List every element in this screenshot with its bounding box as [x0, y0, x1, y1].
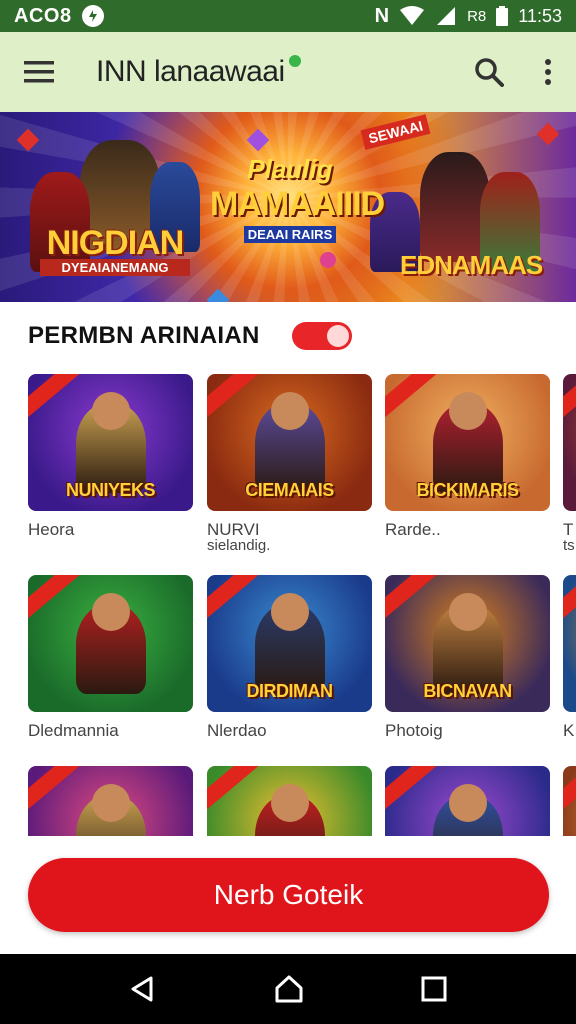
game-card[interactable]: NUNIYEKS Heora [28, 374, 193, 539]
signal-icon [437, 7, 456, 25]
banner-center-line2: MAMAAIIID [210, 185, 385, 223]
n-notification-icon [81, 5, 104, 27]
banner-right-logo: EDNAMAAS [400, 250, 543, 280]
character-head [270, 392, 309, 430]
game-logo-text: BICKIMARIS [416, 480, 520, 500]
network-label: R8 [467, 7, 487, 25]
game-card[interactable]: K [563, 575, 576, 740]
status-indicators: N R8 11:53 [375, 5, 562, 28]
hot-ribbon [563, 575, 576, 623]
character-head [270, 593, 309, 631]
hot-ribbon [385, 766, 441, 814]
game-title: Photoig [385, 721, 443, 740]
character-head [91, 392, 130, 430]
game-thumbnail[interactable] [385, 766, 550, 836]
game-subtitle: ts [563, 537, 575, 554]
game-card[interactable] [385, 766, 550, 836]
banner-center-title: Plaulig MAMAAIIID DEAAI RAIRS [210, 154, 385, 244]
game-title: K [563, 721, 575, 740]
game-logo-text: CIEMAIAIS [245, 480, 334, 500]
section-toggle[interactable] [291, 322, 352, 350]
character-head [91, 784, 130, 822]
banner-center-line1: Plaulig [247, 154, 333, 184]
banner-center-sub: DEAAI RAIRS [243, 226, 337, 243]
recents-square-icon[interactable] [421, 976, 447, 1002]
game-logo-text: BICNAVAN [423, 681, 512, 701]
hot-ribbon [28, 766, 84, 814]
character-head [270, 784, 309, 822]
game-title: Dledmannia [28, 721, 119, 740]
search-icon[interactable] [474, 57, 504, 87]
hot-ribbon [385, 575, 441, 623]
more-vertical-icon[interactable] [544, 58, 552, 86]
nfc-icon: N [374, 4, 390, 27]
game-logo-text: NUNIYEKS [65, 480, 156, 500]
section-title: PERMBN ARINAIAN [28, 322, 260, 349]
app-title: INN lanaawaai [96, 55, 285, 88]
game-thumbnail[interactable] [563, 374, 576, 511]
game-title: Nlerdao [207, 721, 267, 740]
game-thumbnail[interactable] [28, 766, 193, 836]
clock: 11:53 [518, 5, 562, 26]
game-thumbnail[interactable] [563, 766, 576, 836]
character-head [448, 784, 487, 822]
system-nav-bar [0, 954, 576, 1024]
banner-left-logo-text: NIGDIAN [46, 224, 185, 262]
game-card[interactable]: BICKIMARIS Rarde.. [385, 374, 550, 539]
game-grid: NUNIYEKS Heora CIEMAIAIS NURVI sielandig. BIC… [0, 370, 576, 836]
game-card[interactable] [563, 766, 576, 836]
hot-ribbon [28, 374, 84, 422]
home-icon[interactable] [274, 974, 304, 1004]
hot-ribbon [563, 766, 576, 814]
game-card[interactable]: DIRDIMAN Nlerdao [207, 575, 372, 740]
game-card[interactable] [28, 766, 193, 836]
primary-cta-button[interactable]: Nerb Goteik [28, 858, 549, 932]
game-title: Rarde.. [385, 520, 441, 539]
hot-ribbon [563, 374, 576, 422]
game-card[interactable]: BICNAVAN Photoig [385, 575, 550, 740]
back-triangle-icon[interactable] [129, 975, 157, 1003]
game-card[interactable]: CIEMAIAIS NURVI sielandig. [207, 374, 372, 553]
game-thumbnail[interactable] [563, 575, 576, 712]
status-bar: ACO8 N R8 11:53 [0, 0, 576, 32]
game-thumbnail[interactable] [207, 766, 372, 836]
banner-left-logo: NIGDIAN DYEAIANEMANG [40, 224, 190, 276]
hot-ribbon [385, 374, 441, 422]
wifi-icon [400, 6, 425, 25]
game-card[interactable] [207, 766, 372, 836]
hot-ribbon [207, 766, 263, 814]
section-header: PERMBN ARINAIAN [28, 318, 352, 354]
game-logo-text: DIRDIMAN [246, 681, 334, 701]
game-thumbnail[interactable] [28, 575, 193, 712]
game-thumbnail[interactable]: BICNAVAN [385, 575, 550, 712]
game-thumbnail[interactable]: BICKIMARIS [385, 374, 550, 511]
character-head [448, 593, 487, 631]
hot-ribbon [207, 374, 263, 422]
app-bar: INN lanaawaai [0, 32, 576, 112]
character-head [91, 593, 130, 631]
hot-ribbon [28, 575, 84, 623]
game-thumbnail[interactable]: NUNIYEKS [28, 374, 193, 511]
promo-banner[interactable]: SEWAAI NIGDIAN DYEAIANEMANG Plaulig MAMA… [0, 112, 576, 302]
banner-left-logo-sub: DYEAIANEMANG [40, 259, 190, 276]
game-title: Heora [28, 520, 75, 539]
online-indicator [288, 55, 301, 67]
game-thumbnail[interactable]: DIRDIMAN [207, 575, 372, 712]
hot-ribbon [207, 575, 263, 623]
game-card[interactable]: Tts [563, 374, 576, 553]
game-thumbnail[interactable]: CIEMAIAIS [207, 374, 372, 511]
hamburger-menu-icon[interactable] [24, 60, 54, 84]
game-card[interactable]: Dledmannia [28, 575, 193, 740]
game-subtitle: sielandig. [207, 537, 271, 554]
character-head [448, 392, 487, 430]
toggle-knob[interactable] [326, 325, 349, 347]
battery-icon [496, 6, 509, 26]
carrier-label: ACO8 [14, 4, 72, 27]
